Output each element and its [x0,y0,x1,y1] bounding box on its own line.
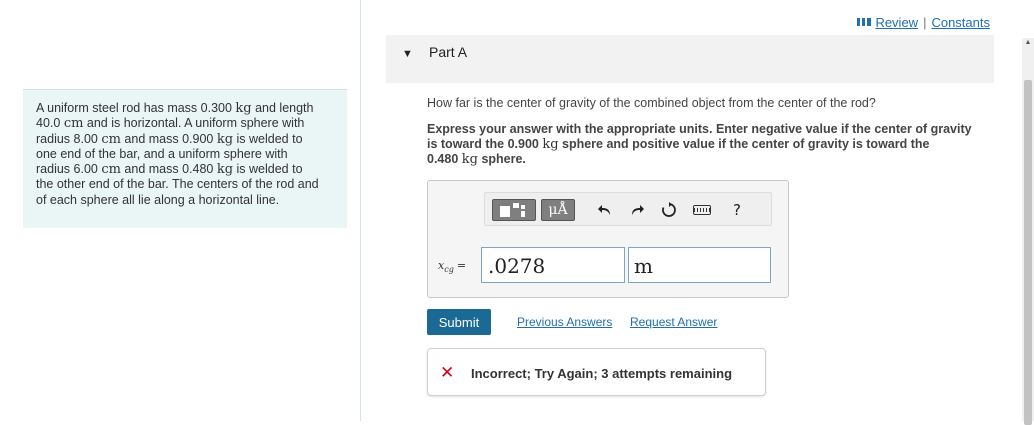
unit-cm: cm [63,116,84,132]
unit-cm: cm [101,131,121,147]
math-toolbar: μÅ ? [484,192,772,226]
problem-text-segment: is welded to [233,131,303,146]
variable-label: xcg = [438,259,466,274]
constants-link[interactable]: Constants [931,15,990,30]
templates-icon [494,201,534,219]
problem-text-segment: radius 6.00 [36,162,102,177]
instruction-text: 0.480 [427,152,462,166]
unit-cm: cm [101,162,121,178]
answer-unit-input[interactable]: m [628,247,771,283]
instruction-text: Express your answer with the appropriate… [427,122,972,136]
answer-instructions: Express your answer with the appropriate… [427,122,1007,167]
reset-icon[interactable] [657,199,681,221]
scroll-up-arrow-icon[interactable]: ▲ [1022,38,1034,48]
problem-text-segment: A uniform steel rod has mass 0.300 [36,101,236,115]
redo-icon[interactable] [625,199,649,221]
previous-answers-link[interactable]: Previous Answers [517,315,612,329]
feedback-message: Incorrect; Try Again; 3 attempts remaini… [471,366,733,381]
problem-text-segment: and length [251,101,314,115]
keyboard-button[interactable] [689,199,715,221]
undo-icon[interactable] [593,199,617,221]
equals-sign: = [456,259,467,272]
templates-button[interactable] [492,199,536,221]
incorrect-x-icon: ✕ [440,363,455,383]
instruction-text: is toward the 0.900 [427,137,543,151]
variable-subscript: cg [444,265,454,275]
answer-value-input[interactable]: .0278 [481,247,625,283]
feedback-message-box: ✕ Incorrect; Try Again; 3 attempts remai… [427,348,766,396]
unit-kg: kg [542,137,559,152]
scroll-thumb[interactable] [1024,80,1032,425]
review-icon [857,18,872,26]
collapse-caret-icon[interactable]: ▼ [402,48,413,60]
keyboard-icon [693,205,711,215]
panel-divider [360,0,361,421]
part-title: Part A [429,44,468,60]
vertical-scrollbar[interactable]: ▲ [1022,38,1034,425]
problem-text-segment: the other end of the bar. The centers of… [36,177,319,192]
problem-text-segment: 40.0 [36,116,64,131]
instruction-text: sphere. [477,152,526,166]
problem-text-segment: and mass 0.480 [120,162,217,177]
instruction-text: sphere and positive value if the center … [558,137,930,151]
units-button[interactable]: μÅ [541,199,575,221]
unit-kg: kg [216,131,234,147]
problem-panel: A uniform steel rod has mass 0.300 kg an… [23,89,347,228]
problem-text-segment: is welded to [233,162,303,177]
problem-statement: A uniform steel rod has mass 0.300 kg an… [36,101,336,208]
unit-kg: kg [216,162,234,178]
problem-text-segment: one end of the bar, and a uniform sphere… [36,146,288,161]
link-separator: | [923,15,927,30]
review-link[interactable]: Review [875,15,918,30]
header-links: Review | Constants [857,15,990,30]
problem-text-segment: of each sphere all lie along a horizonta… [36,192,280,207]
problem-text-segment: and is horizontal. A uniform sphere with [83,116,305,131]
help-icon[interactable]: ? [725,199,749,221]
unit-kg: kg [461,152,478,167]
submit-button[interactable]: Submit [427,309,491,335]
problem-text-segment: and mass 0.900 [120,131,217,146]
answer-box: μÅ ? xcg = .0278 m [427,180,789,298]
unit-kg: kg [235,101,252,116]
request-answer-link[interactable]: Request Answer [630,315,717,329]
part-header[interactable]: ▼ Part A [386,35,994,83]
problem-text-segment: radius 8.00 [36,131,102,146]
question-prompt: How far is the center of gravity of the … [427,96,876,110]
